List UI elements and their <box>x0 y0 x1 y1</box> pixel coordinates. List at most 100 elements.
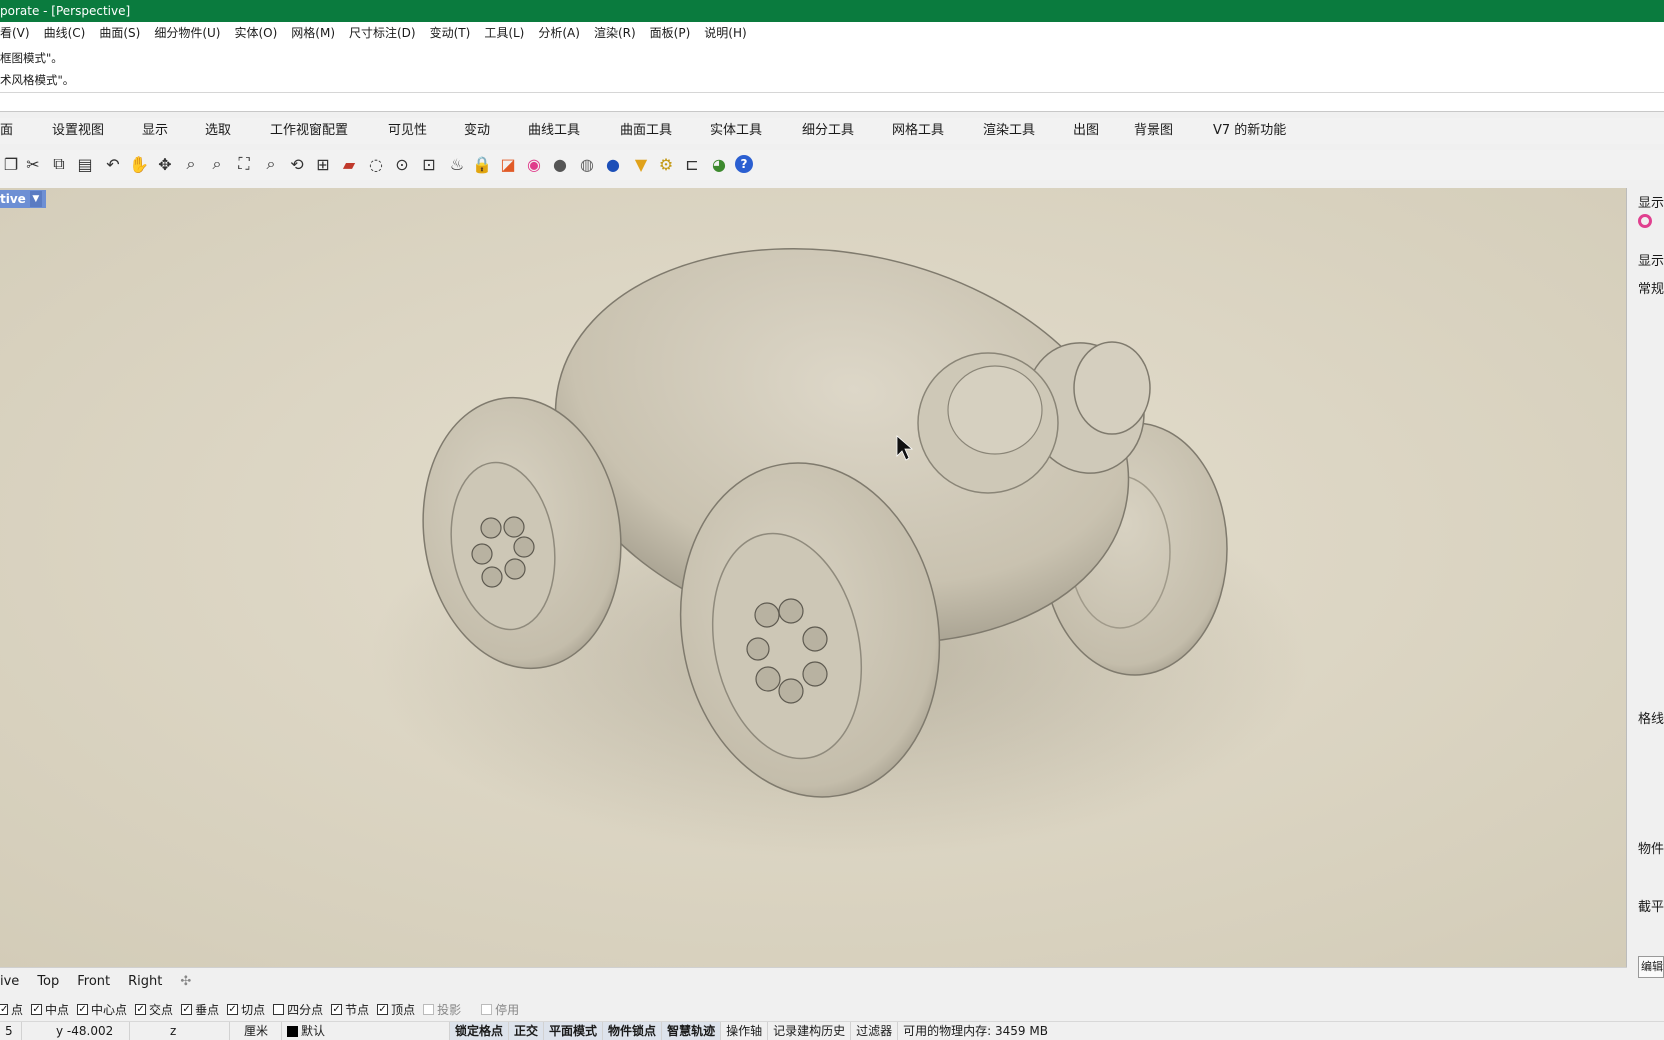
toolbar-tab[interactable]: V7 的新功能 <box>1213 118 1286 144</box>
dimension-icon[interactable]: ▼ <box>630 153 652 175</box>
zoom-window-icon[interactable]: ⌕ <box>206 153 228 175</box>
status-toggle[interactable]: 锁定格点 <box>450 1022 510 1040</box>
toolbar-tab[interactable]: 选取 <box>205 118 231 144</box>
menu-item[interactable]: 细分物件(U) <box>147 23 227 43</box>
status-layer[interactable]: 默认 <box>282 1022 450 1040</box>
settings-gear-icon[interactable]: ⚙ <box>655 153 677 175</box>
menu-item[interactable]: 面板(P) <box>643 23 698 43</box>
snap-icon[interactable]: ⊙ <box>391 153 413 175</box>
osnap-checkbox[interactable] <box>273 1003 285 1015</box>
point-icon[interactable]: ⊡ <box>418 153 440 175</box>
toolbar-tab[interactable]: 工作视窗配置 <box>270 118 348 144</box>
menu-item[interactable]: 曲面(S) <box>92 23 147 43</box>
material-sphere-icon[interactable]: ● <box>602 153 624 175</box>
menu-item[interactable]: 说明(H) <box>697 23 753 43</box>
paste-icon[interactable]: ▤ <box>74 153 96 175</box>
toolbar-tab[interactable]: 渲染工具 <box>983 118 1035 144</box>
osnap-checkbox[interactable]: ✓ <box>31 1003 43 1015</box>
menu-item[interactable]: 变动(T) <box>423 23 478 43</box>
menu-item[interactable]: 网格(M) <box>284 23 342 43</box>
toolbar-tab[interactable]: 曲线工具 <box>528 118 580 144</box>
zoom-icon[interactable]: ⌕ <box>180 153 202 175</box>
toolbar-tab[interactable]: 变动 <box>464 118 490 144</box>
osnap-option[interactable]: 四分点 <box>273 1001 323 1018</box>
osnap-option[interactable]: ✓ 点 <box>0 1001 23 1018</box>
toolbar-tab[interactable]: 可见性 <box>388 118 427 144</box>
status-toggle[interactable]: 过滤器 <box>851 1022 899 1040</box>
viewport-layout-icon[interactable]: ⊞ <box>312 153 334 175</box>
osnap-checkbox[interactable]: ✓ <box>0 1003 8 1015</box>
toolbar-tab[interactable]: 出图 <box>1073 118 1099 144</box>
grid-snap-icon[interactable]: ⊏ <box>681 153 703 175</box>
hide-icon[interactable]: ◌ <box>365 153 387 175</box>
layer-icon[interactable]: ◪ <box>497 153 519 175</box>
osnap-checkbox[interactable]: ✓ <box>181 1003 193 1015</box>
osnap-option[interactable]: ✓ 切点 <box>227 1001 265 1018</box>
copy-icon[interactable]: ⧉ <box>48 153 70 175</box>
osnap-checkbox[interactable]: ✓ <box>377 1003 389 1015</box>
pan-hand-icon[interactable]: ✋ <box>128 153 150 175</box>
viewport-tab[interactable]: Top <box>28 969 68 995</box>
new-icon[interactable]: ❐ <box>0 153 22 175</box>
osnap-option[interactable]: ✓ 顶点 <box>377 1001 415 1018</box>
toolbar-tab[interactable]: 曲面工具 <box>620 118 672 144</box>
osnap-option[interactable]: ✓ 交点 <box>135 1001 173 1018</box>
osnap-option[interactable]: ✓ 垂点 <box>181 1001 219 1018</box>
osnap-checkbox[interactable] <box>423 1003 435 1015</box>
status-toggle[interactable]: 操作轴 <box>721 1022 769 1040</box>
toolbar-tab[interactable]: 背景图 <box>1134 118 1173 144</box>
osnap-checkbox[interactable]: ✓ <box>331 1003 343 1015</box>
viewport-label[interactable]: tive ▼ <box>0 190 46 208</box>
add-viewport-icon[interactable]: ✣ <box>171 969 200 995</box>
toolbar-tab[interactable]: 实体工具 <box>710 118 762 144</box>
menu-item[interactable]: 工具(L) <box>477 23 531 43</box>
viewport-tab[interactable]: Right <box>119 969 171 995</box>
command-history: 框图模式"。 术风格模式"。 <box>0 44 1664 92</box>
undo-icon[interactable]: ↶ <box>102 153 124 175</box>
toolbar-tab[interactable]: 网格工具 <box>892 118 944 144</box>
edit-button[interactable]: 编辑 <box>1638 956 1664 978</box>
viewport-tab[interactable]: ive <box>0 969 28 995</box>
zoom-selected-icon[interactable]: ⌕ <box>260 153 282 175</box>
globe-icon[interactable]: ◕ <box>708 153 730 175</box>
color-wheel-icon[interactable]: ◉ <box>523 153 545 175</box>
rotate-icon[interactable]: ⟲ <box>286 153 308 175</box>
status-toggle[interactable]: 智慧轨迹 <box>662 1022 722 1040</box>
menu-item[interactable]: 分析(A) <box>531 23 587 43</box>
menu-item[interactable]: 渲染(R) <box>587 23 643 43</box>
osnap-option[interactable]: ✓ 中点 <box>31 1001 69 1018</box>
status-toggle[interactable]: 正交 <box>509 1022 545 1040</box>
zoom-extents-icon[interactable]: ⛶ <box>233 153 255 175</box>
toolbar-tab[interactable]: 面 <box>0 118 13 144</box>
toolbar-tab[interactable]: 显示 <box>142 118 168 144</box>
osnap-checkbox[interactable]: ✓ <box>77 1003 89 1015</box>
osnap-checkbox[interactable]: ✓ <box>227 1003 239 1015</box>
render-sphere-icon[interactable]: ◍ <box>576 153 598 175</box>
toolbar-tab[interactable]: 细分工具 <box>802 118 854 144</box>
help-icon[interactable]: ? <box>735 155 753 173</box>
osnap-checkbox[interactable] <box>481 1003 493 1015</box>
status-toggle[interactable]: 记录建构历史 <box>768 1022 852 1040</box>
light-icon[interactable]: ♨ <box>446 153 468 175</box>
viewport-tab[interactable]: Front <box>68 969 119 995</box>
osnap-option[interactable]: 投影 <box>423 1001 461 1018</box>
osnap-checkbox[interactable]: ✓ <box>135 1003 147 1015</box>
shaded-sphere-icon[interactable]: ● <box>549 153 571 175</box>
rotate-view-icon[interactable]: ✥ <box>154 153 176 175</box>
status-toggle[interactable]: 平面模式 <box>544 1022 604 1040</box>
command-input[interactable] <box>0 92 1664 112</box>
osnap-option[interactable]: 停用 <box>481 1001 519 1018</box>
menu-item[interactable]: 曲线(C) <box>37 23 93 43</box>
toolbar-tab[interactable]: 设置视图 <box>52 118 104 144</box>
menu-item[interactable]: 尺寸标注(D) <box>342 23 423 43</box>
menu-item[interactable]: 看(V) <box>0 23 37 43</box>
car-icon[interactable]: ▰ <box>338 153 360 175</box>
osnap-option[interactable]: ✓ 节点 <box>331 1001 369 1018</box>
cut-icon[interactable]: ✂ <box>22 153 44 175</box>
perspective-viewport[interactable]: tive ▼ <box>0 188 1627 967</box>
status-toggle[interactable]: 物件锁点 <box>603 1022 663 1040</box>
menu-item[interactable]: 实体(O) <box>227 23 284 43</box>
osnap-option[interactable]: ✓ 中心点 <box>77 1001 127 1018</box>
lock-icon[interactable]: 🔒 <box>471 153 493 175</box>
chevron-down-icon[interactable]: ▼ <box>29 191 42 207</box>
